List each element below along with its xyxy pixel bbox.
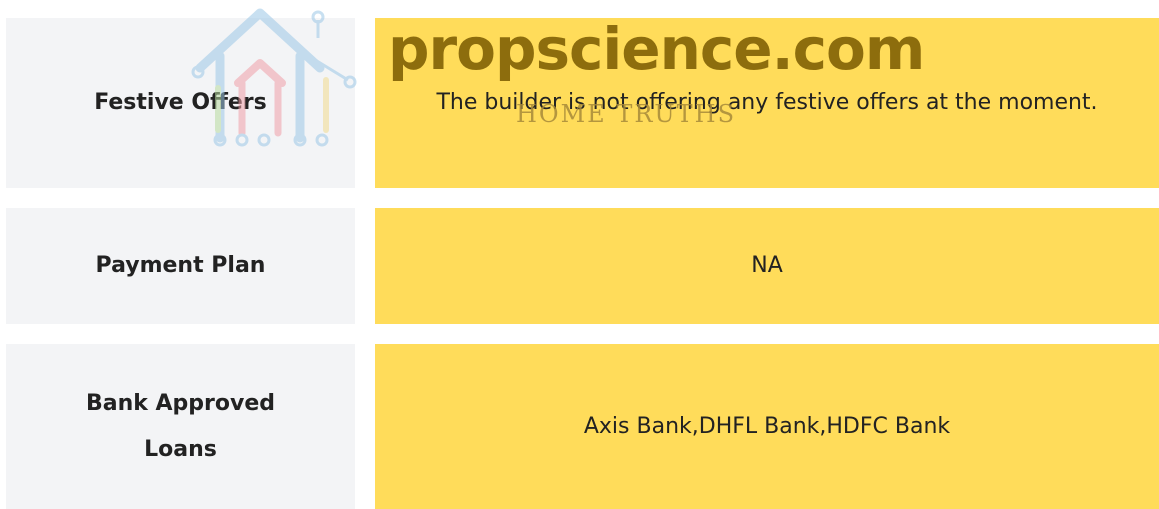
bank-approved-loans-value-text: Axis Bank,DHFL Bank,HDFC Bank bbox=[583, 413, 951, 439]
festive-offers-label: Festive Offers bbox=[6, 18, 355, 188]
payment-plan-value-text: NA bbox=[751, 253, 783, 278]
festive-offers-label-text: Festive Offers bbox=[94, 90, 267, 115]
payment-plan-label-text: Payment Plan bbox=[95, 253, 266, 278]
festive-offers-value: The builder is not offering any festive … bbox=[375, 18, 1159, 188]
payment-plan-value: NA bbox=[375, 208, 1159, 324]
bank-approved-loans-label: Bank Approved Loans bbox=[6, 344, 355, 509]
bank-approved-loans-value: Axis Bank,DHFL Bank,HDFC Bank bbox=[375, 344, 1159, 509]
payment-plan-label: Payment Plan bbox=[6, 208, 355, 324]
bank-approved-loans-label-text: Bank Approved Loans bbox=[85, 390, 276, 462]
festive-offers-value-text: The builder is not offering any festive … bbox=[436, 90, 1098, 115]
